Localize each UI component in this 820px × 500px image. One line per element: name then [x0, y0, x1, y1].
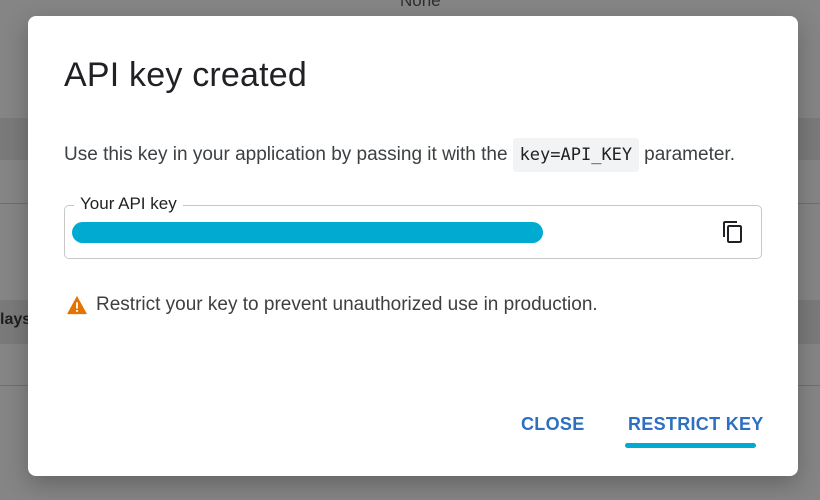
dialog-description: Use this key in your application by pass… [64, 138, 735, 172]
api-key-label: Your API key [74, 194, 183, 214]
warning-text: Restrict your key to prevent unauthorize… [96, 294, 598, 315]
dialog-title: API key created [64, 56, 308, 94]
warning-message: Restrict your key to prevent unauthorize… [66, 294, 598, 316]
description-text: Use this key in your application by pass… [64, 144, 508, 165]
description-text: parameter. [644, 144, 735, 165]
background-cell-text: lays [0, 311, 32, 328]
close-button[interactable]: CLOSE [521, 414, 585, 435]
background-cell-text: None [400, 0, 441, 10]
restrict-key-button[interactable]: RESTRICT KEY [628, 414, 764, 435]
api-key-field[interactable]: Your API key [64, 194, 762, 259]
code-snippet: key=API_KEY [512, 138, 640, 172]
api-key-value-redacted[interactable] [72, 222, 543, 243]
api-key-dialog: API key created Use this key in your app… [28, 16, 798, 476]
focus-underline [625, 443, 756, 448]
copy-icon[interactable] [721, 220, 745, 244]
warning-triangle-icon [67, 295, 87, 315]
